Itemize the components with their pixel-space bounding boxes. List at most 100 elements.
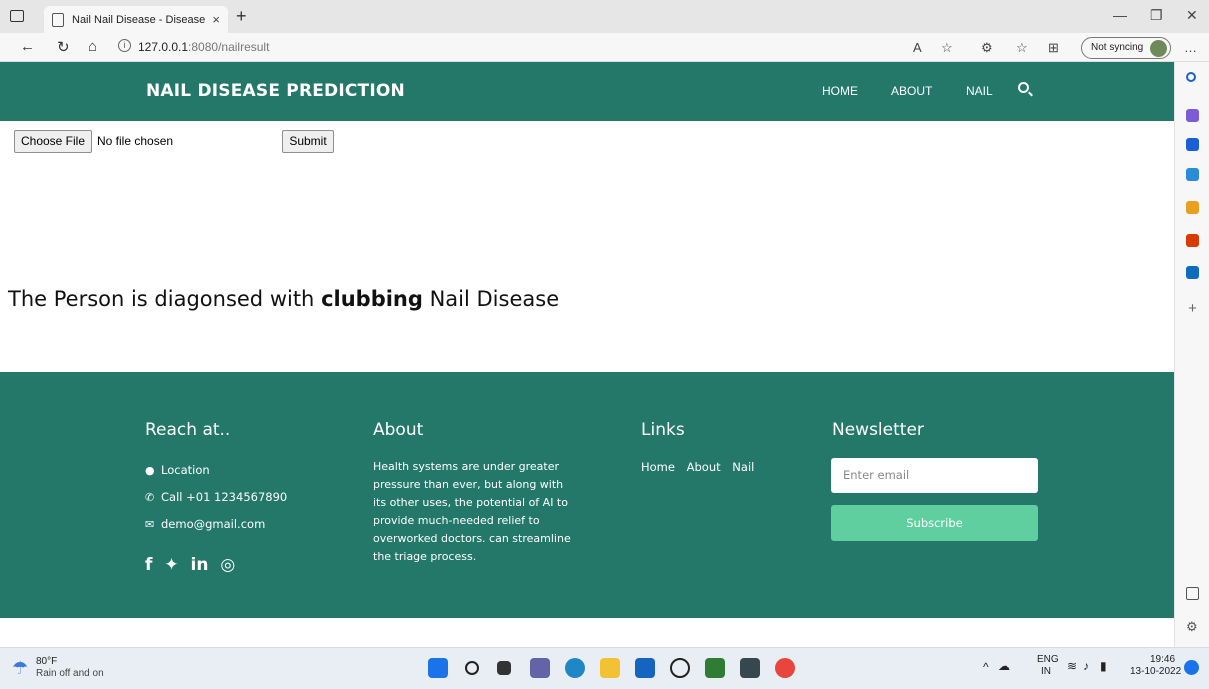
- url-host: 127.0.0.1: [138, 40, 189, 54]
- add-icon[interactable]: +: [1186, 301, 1199, 316]
- location-item[interactable]: ● Location: [145, 463, 210, 477]
- weather-icon[interactable]: ☂: [12, 658, 28, 679]
- language-code[interactable]: ENG: [1037, 654, 1059, 665]
- tab-actions-icon[interactable]: [10, 10, 24, 22]
- site-brand[interactable]: NAIL DISEASE PREDICTION: [146, 81, 405, 101]
- read-aloud-icon[interactable]: A: [913, 40, 922, 55]
- about-heading: About: [373, 420, 424, 440]
- minimize-icon[interactable]: —: [1113, 7, 1127, 23]
- nav-home-link[interactable]: HOME: [822, 84, 858, 98]
- outlook-icon[interactable]: [1186, 266, 1199, 279]
- submit-button[interactable]: Submit: [282, 130, 334, 153]
- site-footer: Reach at.. ● Location ✆ Call +01 123456789…: [0, 372, 1174, 618]
- url-path: :8080/nailresult: [188, 40, 270, 54]
- tray-chevron-icon[interactable]: ^: [983, 660, 989, 674]
- facebook-icon[interactable]: f: [145, 555, 152, 575]
- disease-name: clubbing: [321, 287, 423, 311]
- terminal-icon[interactable]: [740, 658, 760, 678]
- dell-icon[interactable]: [670, 658, 690, 678]
- linkedin-icon[interactable]: in: [191, 555, 209, 575]
- edge-sidebar: + ⚙: [1174, 62, 1209, 647]
- location-pin-icon: ●: [145, 464, 155, 477]
- weather-desc[interactable]: Rain off and on: [36, 668, 104, 679]
- clock-date[interactable]: 13-10-2022: [1130, 666, 1181, 677]
- url-field[interactable]: 127.0.0.1:8080/nailresult: [138, 40, 269, 54]
- phone-text: Call +01 1234567890: [161, 490, 288, 504]
- home-icon[interactable]: ⌂: [88, 38, 97, 55]
- nav-about-link[interactable]: ABOUT: [891, 84, 932, 98]
- web-page: NAIL DISEASE PREDICTION HOME ABOUT NAIL …: [0, 62, 1174, 647]
- browser-tab[interactable]: Nail Nail Disease - Disease Predi ×: [44, 6, 228, 33]
- profile-sync-button[interactable]: Not syncing: [1081, 37, 1171, 59]
- shopping-icon[interactable]: [1186, 138, 1199, 151]
- battery-icon[interactable]: ▮: [1100, 659, 1107, 673]
- taskbar-search-icon[interactable]: [465, 661, 479, 675]
- back-icon[interactable]: ←: [20, 38, 35, 55]
- social-links: f ✦ in ◎: [145, 555, 241, 575]
- footer-links: Home About Nail: [641, 460, 762, 474]
- store-icon[interactable]: [635, 658, 655, 678]
- sync-label: Not syncing: [1091, 42, 1144, 53]
- edge-icon[interactable]: [565, 658, 585, 678]
- restore-icon[interactable]: ❐: [1150, 7, 1163, 24]
- browser-tab-bar: Nail Nail Disease - Disease Predi × + — …: [0, 0, 1209, 33]
- new-tab-button[interactable]: +: [236, 6, 247, 27]
- more-menu-icon[interactable]: …: [1184, 40, 1197, 55]
- search-icon[interactable]: [1186, 72, 1196, 82]
- screen: Nail Nail Disease - Disease Predi × + — …: [0, 0, 1209, 689]
- tools-icon[interactable]: [1186, 168, 1199, 181]
- security-shield-icon[interactable]: [705, 658, 725, 678]
- favorite-star-icon[interactable]: ☆: [941, 40, 953, 56]
- region-code[interactable]: IN: [1041, 666, 1051, 677]
- volume-icon[interactable]: ♪: [1083, 659, 1089, 673]
- nav-search-icon[interactable]: [1018, 82, 1029, 93]
- windows-taskbar: ☂ 80°F Rain off and on ^ ☁ ENG IN ≋ ♪ ▮ …: [0, 647, 1209, 689]
- file-status-text: No file chosen: [97, 134, 174, 148]
- games-icon[interactable]: [1186, 201, 1199, 214]
- email-text: demo@gmail.com: [161, 517, 266, 531]
- settings-gear-icon[interactable]: ⚙: [1186, 620, 1199, 633]
- phone-icon: ✆: [145, 491, 155, 504]
- email-item[interactable]: ✉ demo@gmail.com: [145, 517, 265, 531]
- task-view-icon[interactable]: [497, 661, 511, 675]
- nav-nail-link[interactable]: NAIL: [966, 84, 993, 98]
- file-explorer-icon[interactable]: [600, 658, 620, 678]
- notifications-icon[interactable]: [1184, 660, 1199, 675]
- collections-icon[interactable]: ⊞: [1048, 40, 1059, 56]
- choose-file-button[interactable]: Choose File: [14, 130, 92, 153]
- teams-icon[interactable]: [530, 658, 550, 678]
- location-text: Location: [161, 463, 210, 477]
- result-suffix: Nail Disease: [429, 287, 560, 311]
- chrome-icon[interactable]: [775, 658, 795, 678]
- weather-temp[interactable]: 80°F: [36, 656, 57, 667]
- close-window-icon[interactable]: ✕: [1186, 7, 1198, 24]
- links-heading: Links: [641, 420, 685, 440]
- newsletter-email-input[interactable]: Enter email: [831, 458, 1038, 493]
- envelope-icon: ✉: [145, 518, 155, 531]
- clock-time[interactable]: 19:46: [1150, 654, 1175, 665]
- site-navbar: NAIL DISEASE PREDICTION HOME ABOUT NAIL: [0, 62, 1174, 121]
- refresh-icon[interactable]: ↻: [57, 38, 70, 56]
- instagram-icon[interactable]: ◎: [220, 555, 235, 575]
- onedrive-icon[interactable]: ☁: [998, 659, 1010, 673]
- office-icon[interactable]: [1186, 234, 1199, 247]
- extensions-icon[interactable]: ⚙: [981, 40, 993, 56]
- avatar: [1150, 40, 1167, 57]
- start-icon[interactable]: [428, 658, 448, 678]
- wifi-icon[interactable]: ≋: [1067, 659, 1077, 673]
- discover-icon[interactable]: [1186, 109, 1199, 122]
- close-tab-icon[interactable]: ×: [212, 12, 220, 27]
- phone-item[interactable]: ✆ Call +01 1234567890: [145, 490, 287, 504]
- about-text: Health systems are under greater pressur…: [373, 460, 571, 563]
- site-info-icon[interactable]: i: [118, 39, 131, 52]
- footer-about-link[interactable]: About: [687, 460, 721, 474]
- footer-home-link[interactable]: Home: [641, 460, 675, 474]
- prediction-result: The Person is diagonsed with clubbing Na…: [8, 287, 559, 311]
- subscribe-button[interactable]: Subscribe: [831, 505, 1038, 541]
- address-bar: ← ↻ ⌂ i 127.0.0.1:8080/nailresult A ☆ ⚙ …: [0, 33, 1209, 62]
- footer-nail-link[interactable]: Nail: [732, 460, 754, 474]
- favorites-icon[interactable]: ☆: [1016, 40, 1028, 56]
- twitter-icon[interactable]: ✦: [164, 555, 178, 575]
- split-screen-icon[interactable]: [1186, 587, 1199, 600]
- reach-heading: Reach at..: [145, 420, 231, 440]
